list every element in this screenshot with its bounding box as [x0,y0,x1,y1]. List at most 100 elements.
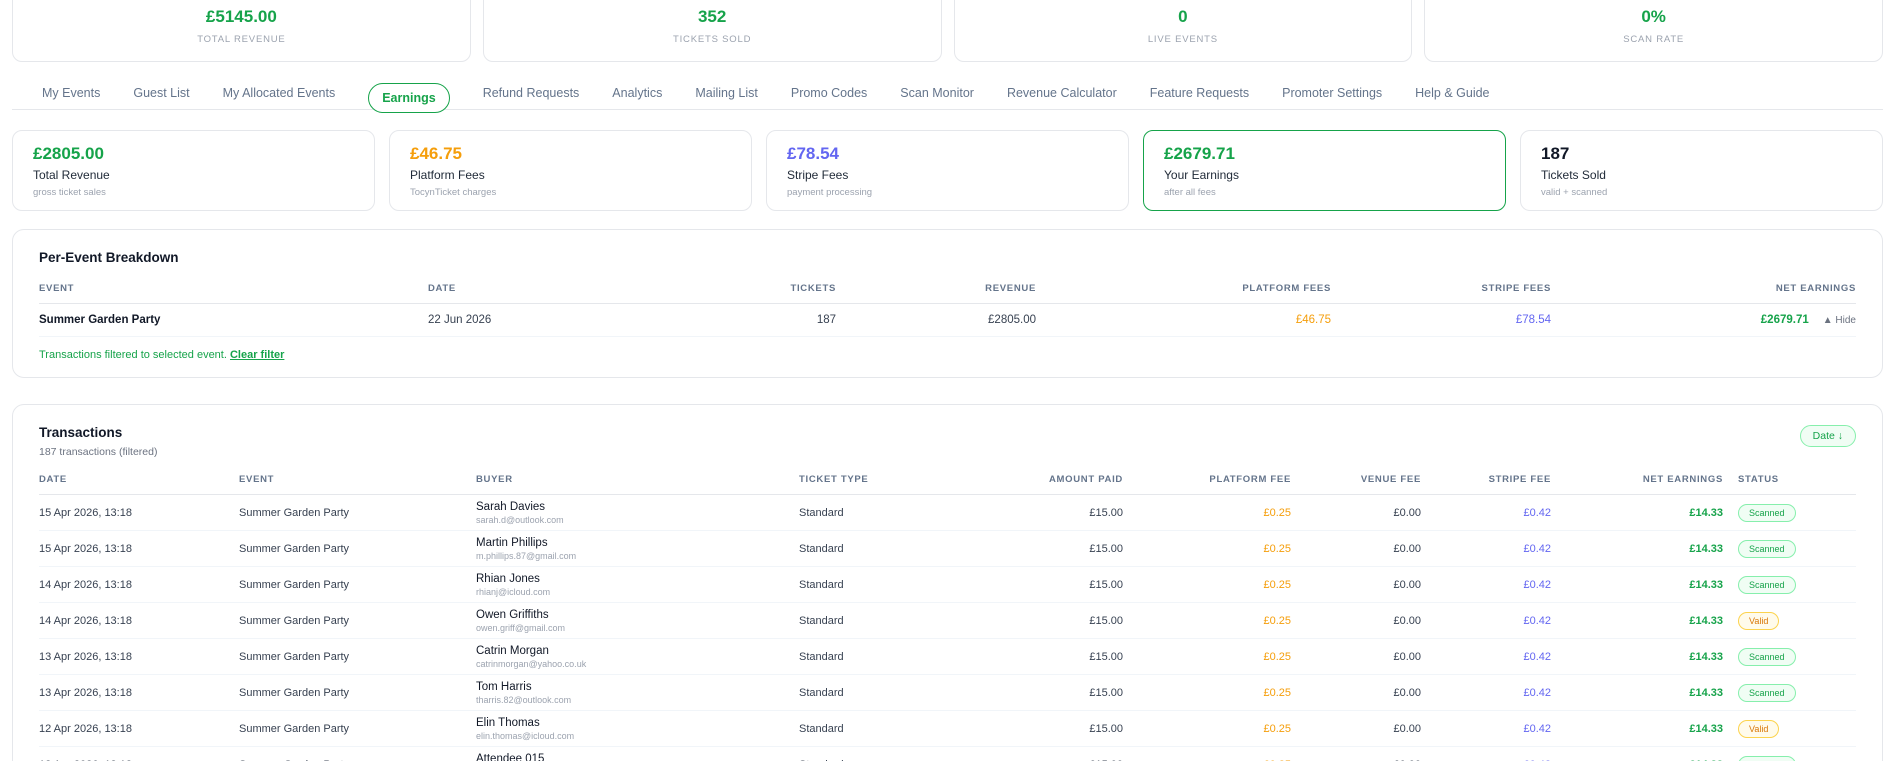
transaction-status-cell: Scanned [1723,539,1856,558]
per-event-breakdown-panel: Per-Event Breakdown EVENT DATE TICKETS REVE… [12,229,1883,378]
tab-mailing-list[interactable]: Mailing List [695,86,758,100]
tab-revenue-calculator[interactable]: Revenue Calculator [1007,86,1117,100]
per-event-table-body: Summer Garden Party 22 Jun 2026 187 £2805.0… [39,304,1856,337]
buyer-name: Catrin Morgan [476,644,549,657]
transaction-date: 14 Apr 2026, 13:18 [39,578,132,591]
summary-card-platform-fees: £46.75 Platform Fees TocynTicket charges [389,130,752,211]
transaction-status-cell: Scanned [1723,683,1856,702]
transactions-col-header: TICKET TYPE [799,474,869,485]
transaction-row[interactable]: 14 Apr 2026, 13:18 Summer Garden Party Owe… [39,603,1856,639]
transaction-row[interactable]: 12 Apr 2026, 13:18Summer Garden PartyAtt… [39,747,1856,761]
transaction-date: 15 Apr 2026, 13:18 [39,506,132,519]
summary-card-caption: valid + scanned [1541,187,1608,198]
status-badge: Scanned [1738,503,1796,522]
transactions-count: 187 transactions (filtered) [39,446,158,458]
clear-filter-link[interactable]: Clear filter [230,349,284,361]
transaction-net-earnings: £14.33 [1689,722,1723,735]
transaction-venue-fee: £0.00 [1393,722,1421,735]
transactions-panel: Transactions 187 transactions (filtered)… [12,404,1883,761]
transaction-amount-paid: £15.00 [1089,506,1123,519]
summary-card-value: £2805.00 [33,144,104,163]
per-event-net-earnings: £2679.71 [1760,314,1809,326]
transaction-date: 15 Apr 2026, 13:18 [39,542,132,555]
summary-card-label: Tickets Sold [1541,168,1606,182]
transaction-event: Summer Garden Party [239,686,350,699]
transaction-amount-paid: £15.00 [1089,686,1123,699]
per-event-col-header: TICKETS [790,283,836,294]
stat-value: £5145.00 [205,7,277,26]
transaction-ticket-type: Standard [799,542,844,555]
transaction-ticket-type: Standard [799,506,844,519]
transaction-row[interactable]: 15 Apr 2026, 13:18 Summer Garden Party Mar… [39,531,1856,567]
transaction-date: 14 Apr 2026, 13:18 [39,614,132,627]
tab-promo-codes[interactable]: Promo Codes [791,86,867,100]
tab-scan-monitor[interactable]: Scan Monitor [900,86,974,100]
tab-help-guide[interactable]: Help & Guide [1415,86,1489,100]
summary-card-label: Platform Fees [410,168,485,182]
transaction-row[interactable]: 13 Apr 2026, 13:18 Summer Garden Party Tom… [39,675,1856,711]
transactions-col-header: EVENT [239,474,275,485]
per-event-revenue: £2805.00 [988,314,1036,326]
dashboard-tab-bar: My Events Guest List My Allocated Events Ea… [12,76,1883,113]
transaction-net-earnings: £14.33 [1689,578,1723,591]
transaction-row[interactable]: 15 Apr 2026, 13:18 Summer Garden Party Sar… [39,495,1856,531]
stat-label: TICKETS SOLD [673,34,752,45]
per-event-table-header: EVENT DATE TICKETS REVENUE PLATFORM FEES STRI… [39,283,1856,304]
transactions-col-header: PLATFORM FEE [1209,474,1291,485]
hide-breakdown-button[interactable]: ▲ Hide [1823,315,1856,326]
transaction-buyer: Sarah Davies sarah.d@outlook.com [476,501,799,525]
transactions-table-body: 15 Apr 2026, 13:18 Summer Garden Party Sar… [39,495,1856,761]
tab-earnings[interactable]: Earnings [368,82,450,113]
transaction-status-cell: Scanned [1723,503,1856,522]
transactions-col-header: VENUE FEE [1360,474,1421,485]
tab-my-events[interactable]: My Events [42,86,100,100]
transaction-buyer: Attendee 015attendee015@demo.tocynticket… [476,753,799,761]
summary-card-value: £46.75 [410,144,462,163]
transaction-date: 13 Apr 2026, 13:18 [39,650,132,663]
transaction-venue-fee: £0.00 [1393,686,1421,699]
transaction-platform-fee: £0.25 [1263,578,1291,591]
transaction-venue-fee: £0.00 [1393,578,1421,591]
transaction-platform-fee: £0.25 [1263,542,1291,555]
transaction-row[interactable]: 14 Apr 2026, 13:18 Summer Garden Party Rhi… [39,567,1856,603]
date-sort-button[interactable]: Date ↓ [1799,425,1856,447]
tab-feature-requests[interactable]: Feature Requests [1150,86,1249,100]
summary-card-caption: payment processing [787,187,873,198]
summary-card-label: Total Revenue [33,168,110,182]
tab-analytics[interactable]: Analytics [612,86,662,100]
transaction-buyer: Tom Harris tharris.82@outlook.com [476,681,799,705]
transaction-row[interactable]: 13 Apr 2026, 13:18 Summer Garden Party Cat… [39,639,1856,675]
transaction-ticket-type: Standard [799,650,844,663]
per-event-col-header: REVENUE [985,283,1036,294]
tab-guest-list[interactable]: Guest List [133,86,189,100]
summary-card-stripe-fees: £78.54 Stripe Fees payment processing [766,130,1129,211]
transaction-net-earnings: £14.33 [1689,506,1723,519]
transaction-platform-fee: £0.25 [1263,722,1291,735]
transaction-stripe-fee: £0.42 [1523,542,1551,555]
per-event-net-earnings-cell: £2679.71 ▲ Hide [1551,314,1856,326]
transaction-stripe-fee: £0.42 [1523,614,1551,627]
buyer-email: m.phillips.87@gmail.com [476,550,577,561]
per-event-row[interactable]: Summer Garden Party 22 Jun 2026 187 £2805.0… [39,304,1856,337]
summary-card-label: Your Earnings [1164,168,1239,182]
transaction-ticket-type: Standard [799,722,844,735]
per-event-stripe-fees: £78.54 [1515,314,1551,326]
transaction-ticket-type: Standard [799,578,844,591]
transaction-event: Summer Garden Party [239,614,350,627]
transaction-amount-paid: £15.00 [1089,722,1123,735]
status-badge: Scanned [1738,755,1796,761]
tab-promoter-settings[interactable]: Promoter Settings [1282,86,1382,100]
summary-card-your-earnings: £2679.71 Your Earnings after all fees [1143,130,1506,211]
buyer-name: Elin Thomas [476,716,540,729]
per-event-date: 22 Jun 2026 [428,314,492,326]
transaction-status-cell: Valid [1723,611,1856,630]
transaction-date: 13 Apr 2026, 13:18 [39,686,132,699]
tab-refund-requests[interactable]: Refund Requests [483,86,580,100]
transaction-row[interactable]: 12 Apr 2026, 13:18 Summer Garden Party Eli… [39,711,1856,747]
status-badge: Valid [1738,611,1780,630]
transaction-stripe-fee: £0.42 [1523,506,1551,519]
tab-my-allocated-events[interactable]: My Allocated Events [223,86,336,100]
transaction-status-cell: Scanned [1723,575,1856,594]
per-event-col-header: EVENT [39,283,75,294]
buyer-name: Martin Phillips [476,536,548,549]
